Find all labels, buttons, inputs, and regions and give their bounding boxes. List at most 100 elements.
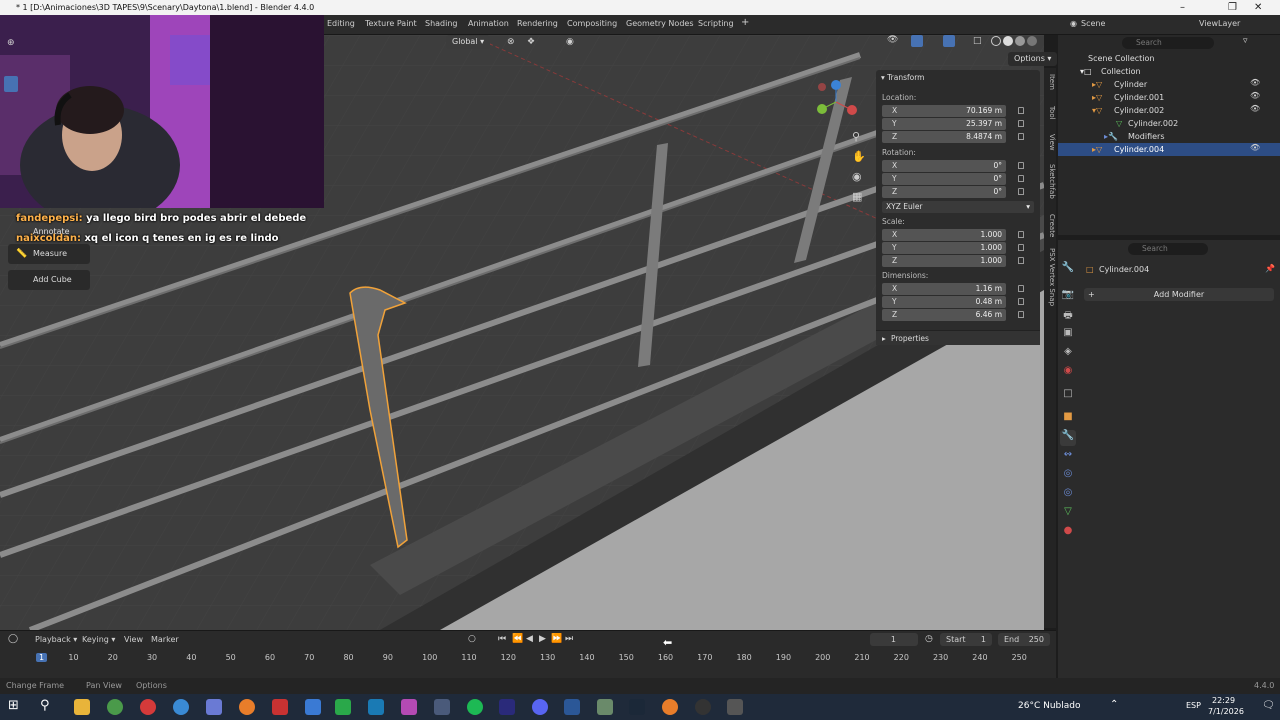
visibility-icon[interactable]: 👁	[887, 35, 898, 45]
outliner-row-collection[interactable]: ▾□ Collection	[1058, 65, 1280, 78]
view-layer-tab-icon[interactable]: ▣	[1060, 327, 1076, 343]
blender-active-icon[interactable]	[662, 699, 678, 715]
lock-icon[interactable]	[1018, 257, 1024, 264]
rotation-z-field[interactable]: Z 0°	[882, 186, 1006, 198]
output-tab-icon[interactable]: 🖶	[1060, 308, 1076, 324]
language-indicator[interactable]: ESP	[1186, 701, 1201, 710]
scene-tab-icon[interactable]: ◈	[1060, 346, 1076, 362]
annotate-tool[interactable]: Annotate	[8, 222, 90, 242]
cursor-tool-icon[interactable]: ⊕	[7, 38, 15, 48]
tab-create[interactable]: Create	[1044, 214, 1056, 237]
constraints-tab-icon[interactable]: ◎	[1060, 487, 1076, 503]
material-tab-icon[interactable]: ●	[1060, 525, 1076, 541]
steam-icon[interactable]	[629, 699, 645, 715]
app-icon[interactable]	[272, 699, 288, 715]
camera-icon[interactable]: ◉	[852, 170, 862, 183]
pin-icon[interactable]: 📌	[1265, 264, 1275, 273]
eye-icon[interactable]: 👁	[1250, 91, 1260, 100]
outliner-row-mesh-data[interactable]: ▽ Cylinder.002	[1058, 117, 1280, 130]
tab-scripting[interactable]: Scripting	[698, 19, 734, 28]
weather-widget[interactable]: 26°C Nublado	[1018, 701, 1080, 711]
lock-icon[interactable]	[1018, 311, 1024, 318]
lock-icon[interactable]	[1018, 133, 1024, 140]
search-icon[interactable]: ⚲	[40, 698, 50, 713]
object-tab-icon[interactable]: ■	[1060, 411, 1076, 427]
properties-section-header[interactable]: ▸ Properties	[876, 330, 1040, 345]
grid-view-icon[interactable]: ▦	[852, 190, 862, 203]
outliner-search-input[interactable]: Search	[1122, 37, 1214, 49]
rotation-mode-dropdown[interactable]: XYZ Euler ▾	[882, 201, 1034, 213]
select-tool-icon[interactable]	[4, 76, 18, 92]
modifier-tab-icon[interactable]: 🔧	[1060, 430, 1076, 446]
render-tab-icon[interactable]: 📷	[1060, 289, 1076, 305]
tab-tool[interactable]: Tool	[1044, 106, 1056, 120]
dimensions-z-field[interactable]: Z 6.46 m	[882, 309, 1006, 321]
discord-icon[interactable]	[532, 699, 548, 715]
tray-chevron-icon[interactable]: ⌃	[1110, 699, 1118, 710]
app-icon[interactable]	[401, 699, 417, 715]
maximize-icon[interactable]: ❐	[1228, 0, 1237, 15]
tab-compositing[interactable]: Compositing	[567, 19, 617, 28]
pycharm-icon[interactable]	[335, 699, 351, 715]
eye-icon[interactable]: 👁	[1250, 143, 1260, 152]
zoom-icon[interactable]: ⚲	[852, 130, 860, 143]
tab-geometry-nodes[interactable]: Geometry Nodes	[626, 19, 693, 28]
snap-icon[interactable]: ❖	[527, 37, 535, 47]
edge-icon[interactable]	[173, 699, 189, 715]
pivot-icon[interactable]: ⊗	[507, 37, 515, 47]
obs-icon[interactable]	[695, 699, 711, 715]
lock-icon[interactable]	[1018, 231, 1024, 238]
spotify-icon[interactable]	[467, 699, 483, 715]
filter-icon[interactable]: ▿	[1243, 36, 1248, 46]
scale-y-field[interactable]: Y 1.000	[882, 242, 1006, 254]
lock-icon[interactable]	[1018, 107, 1024, 114]
world-tab-icon[interactable]: ◉	[1060, 365, 1076, 381]
location-y-field[interactable]: Y 25.397 m	[882, 118, 1006, 130]
lock-icon[interactable]	[1018, 298, 1024, 305]
particles-tab-icon[interactable]: ↭	[1060, 449, 1076, 465]
tab-item[interactable]: Item	[1044, 74, 1056, 90]
tab-editing[interactable]: Editing	[327, 19, 355, 28]
rendered-shading-icon[interactable]	[1027, 36, 1037, 46]
blender-icon[interactable]	[239, 699, 255, 715]
app-icon[interactable]	[206, 699, 222, 715]
xray-icon[interactable]: □	[973, 36, 982, 46]
outliner-row-scene-collection[interactable]: Scene Collection	[1058, 52, 1280, 65]
tab-sketchfab[interactable]: Sketchfab	[1044, 164, 1056, 199]
location-z-field[interactable]: Z 8.4874 m	[882, 131, 1006, 143]
tab-psx-vertex-snap[interactable]: PSX Vertex Snap	[1044, 248, 1056, 306]
app-icon[interactable]	[597, 699, 613, 715]
rotation-y-field[interactable]: Y 0°	[882, 173, 1006, 185]
file-explorer-icon[interactable]	[74, 699, 90, 715]
physics-tab-icon[interactable]: ◎	[1060, 468, 1076, 484]
tool-tab-icon[interactable]: 🔧	[1060, 262, 1076, 278]
lock-icon[interactable]	[1018, 188, 1024, 195]
eye-icon[interactable]: 👁	[1250, 78, 1260, 87]
vscode-icon[interactable]	[368, 699, 384, 715]
lock-icon[interactable]	[1018, 162, 1024, 169]
tab-rendering[interactable]: Rendering	[517, 19, 558, 28]
after-effects-icon[interactable]	[499, 699, 515, 715]
outliner-row-cylinder[interactable]: ▸▽ Cylinder	[1058, 78, 1280, 91]
options-dropdown[interactable]: Options ▾	[1008, 52, 1058, 66]
chrome-icon[interactable]	[107, 699, 123, 715]
add-cube-tool[interactable]: Add Cube	[8, 270, 90, 290]
collection-tab-icon[interactable]: □	[1060, 388, 1076, 404]
outliner-row-cylinder-002[interactable]: ▾▽ Cylinder.002	[1058, 104, 1280, 117]
dimensions-x-field[interactable]: X 1.16 m	[882, 283, 1006, 295]
outliner-row-cylinder-004[interactable]: ▸▽ Cylinder.004	[1058, 143, 1280, 156]
clock-date[interactable]: 7/1/2026	[1208, 707, 1244, 716]
properties-search-input[interactable]: Search	[1128, 243, 1208, 255]
outliner-row-modifiers[interactable]: ▸🔧 Modifiers	[1058, 130, 1280, 143]
hand-pan-icon[interactable]: ✋	[852, 150, 866, 163]
lock-icon[interactable]	[1018, 175, 1024, 182]
add-workspace-icon[interactable]: +	[741, 17, 749, 28]
solid-shading-icon[interactable]	[1003, 36, 1013, 46]
lock-icon[interactable]	[1018, 285, 1024, 292]
app-icon[interactable]	[434, 699, 450, 715]
tab-view[interactable]: View	[1044, 134, 1056, 151]
word-icon[interactable]	[564, 699, 580, 715]
tab-shading[interactable]: Shading	[425, 19, 458, 28]
transform-orientation-dropdown[interactable]: Global ▾	[446, 35, 491, 49]
clock-time[interactable]: 22:29	[1212, 696, 1235, 705]
